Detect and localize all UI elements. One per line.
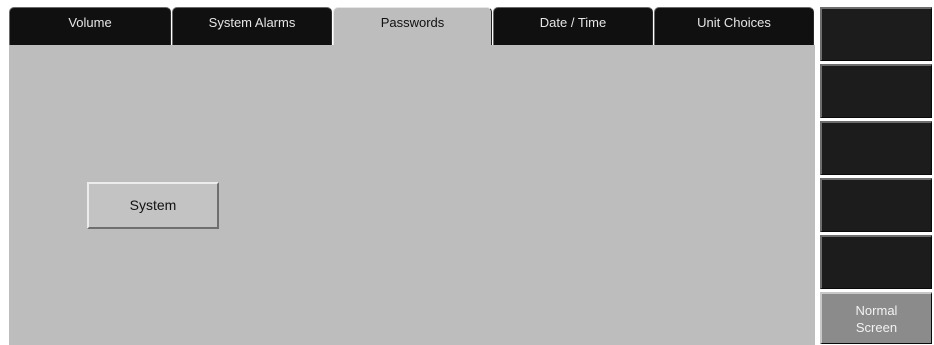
side-button-panel: Normal Screen bbox=[818, 7, 934, 345]
side-button-5[interactable] bbox=[820, 235, 932, 289]
tab-passwords[interactable]: Passwords bbox=[333, 7, 492, 47]
side-button-1[interactable] bbox=[820, 7, 932, 61]
normal-screen-button[interactable]: Normal Screen bbox=[820, 292, 932, 344]
tab-bar: Volume System Alarms Passwords Date / Ti… bbox=[9, 7, 815, 47]
normal-screen-label-line1: Normal bbox=[855, 302, 898, 318]
passwords-panel: System bbox=[9, 45, 815, 345]
tab-date-time[interactable]: Date / Time bbox=[493, 7, 653, 45]
tab-system-alarms[interactable]: System Alarms bbox=[172, 7, 332, 45]
tab-unit-choices[interactable]: Unit Choices bbox=[654, 7, 814, 45]
system-password-button[interactable]: System bbox=[87, 182, 219, 229]
normal-screen-label-line2: Screen bbox=[855, 319, 898, 335]
tab-volume[interactable]: Volume bbox=[9, 7, 171, 45]
side-button-4[interactable] bbox=[820, 178, 932, 232]
side-button-2[interactable] bbox=[820, 64, 932, 118]
side-button-3[interactable] bbox=[820, 121, 932, 175]
